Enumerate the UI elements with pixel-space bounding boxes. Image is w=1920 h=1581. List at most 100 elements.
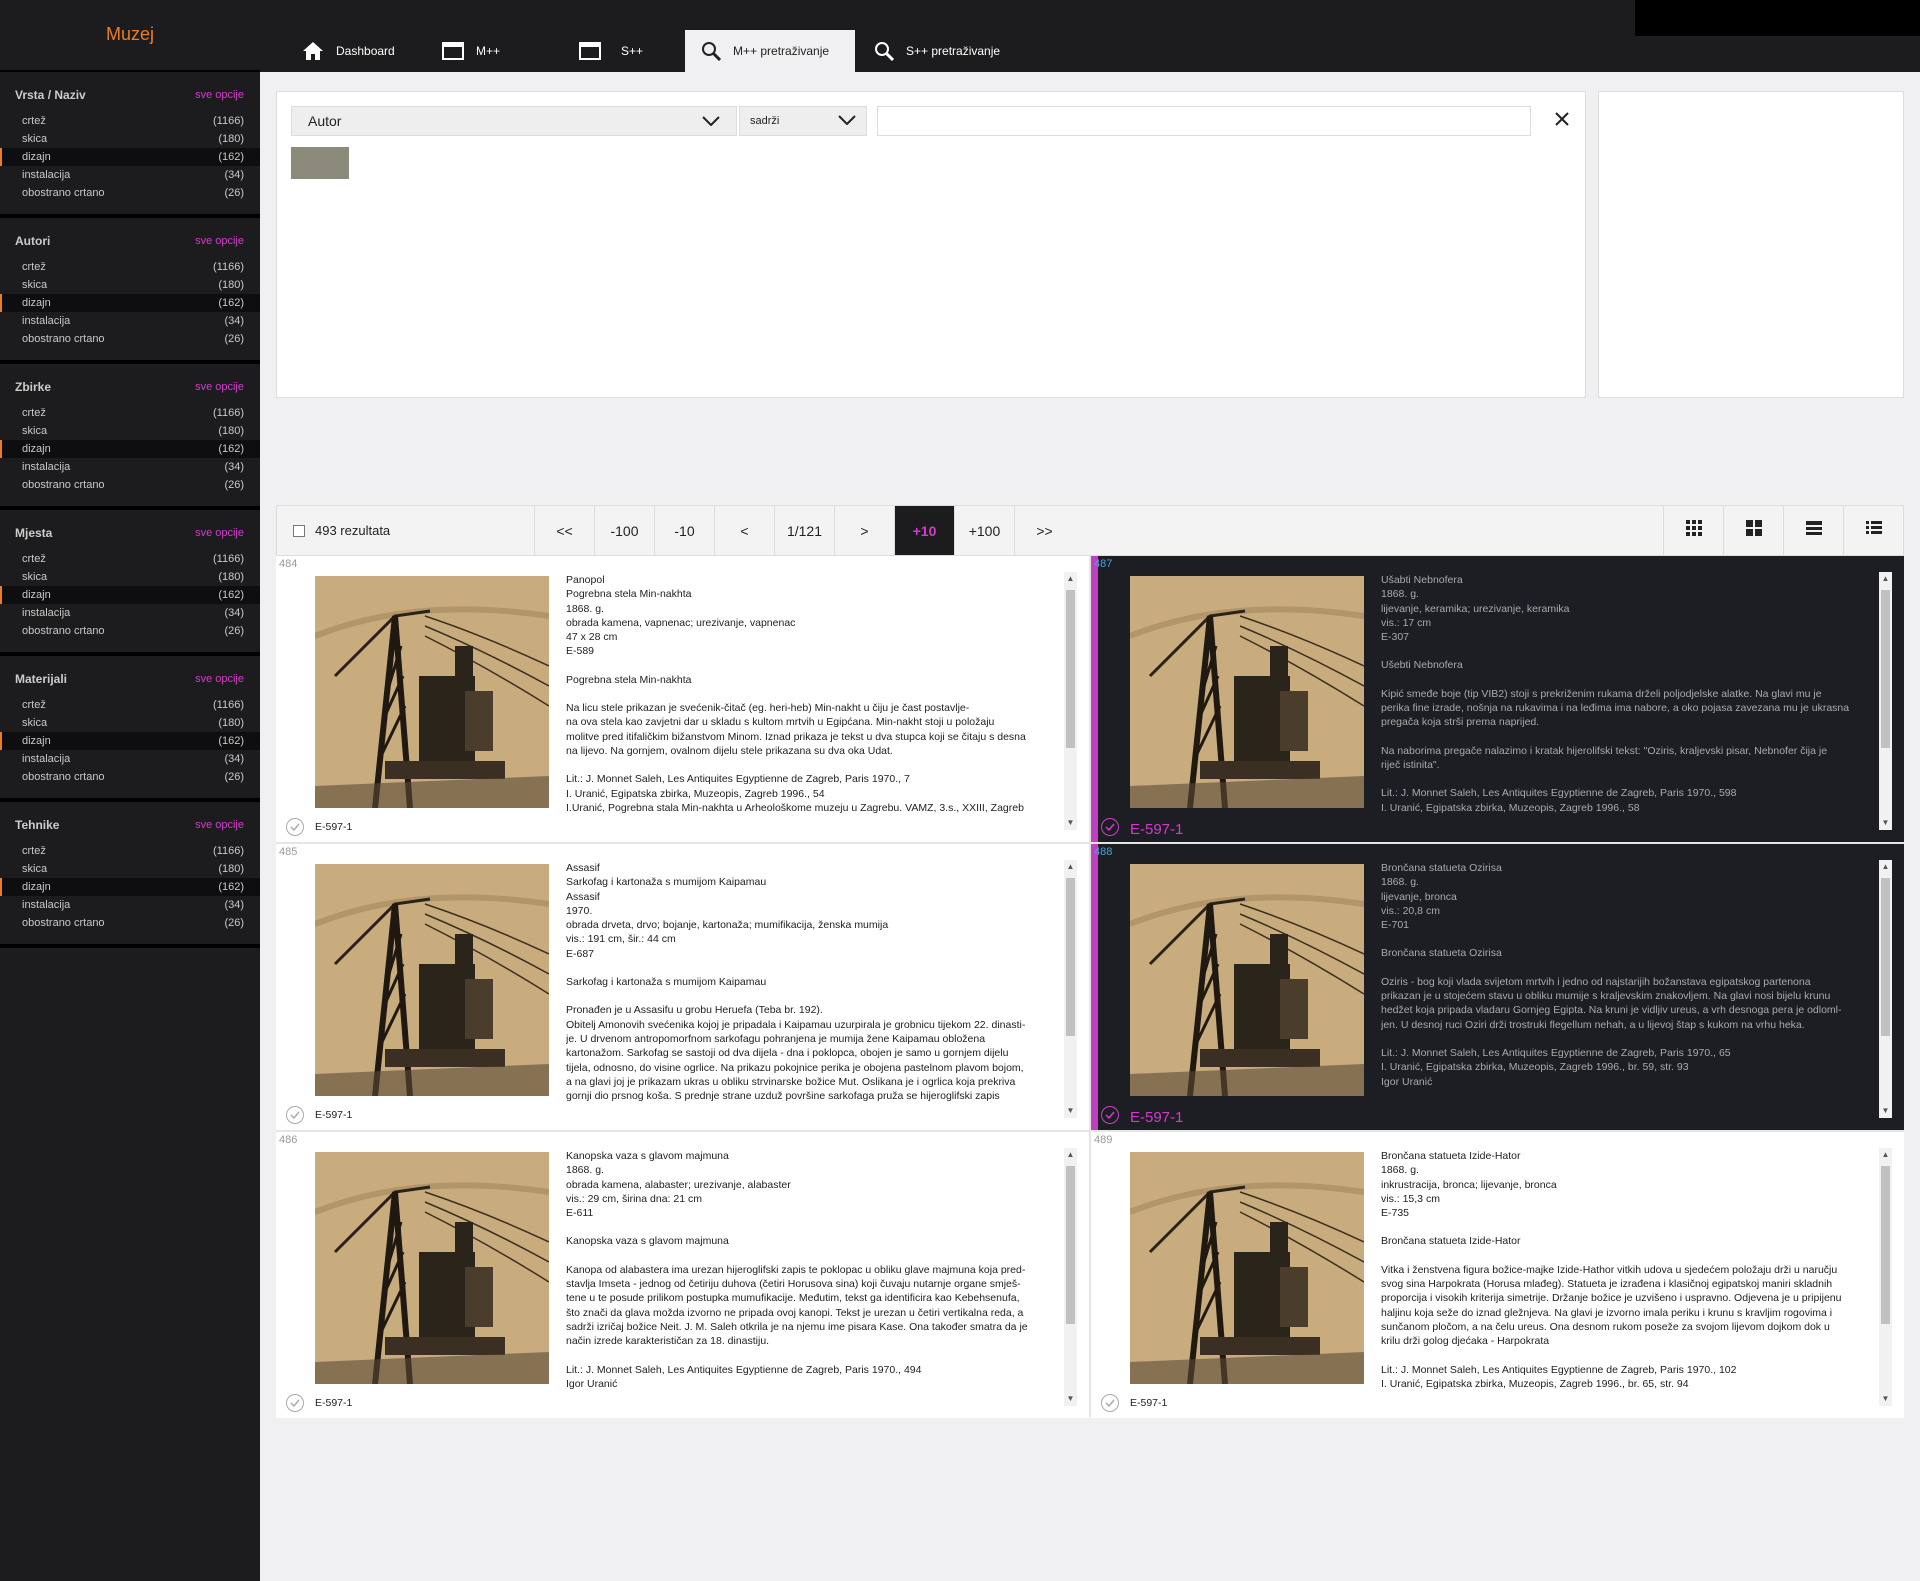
all-options-link[interactable]: sve opcije	[195, 670, 244, 688]
card-scrollbar[interactable]: ▲ ▼	[1879, 860, 1892, 1118]
artwork-thumbnail[interactable]	[315, 864, 549, 1096]
query-value-input[interactable]	[877, 106, 1531, 136]
filter-item[interactable]: instalacija (34)	[0, 312, 260, 330]
tab-m-plus-plus[interactable]: M++	[430, 30, 550, 72]
filter-item[interactable]: crtež (1166)	[0, 112, 260, 130]
card-select-checkbox[interactable]	[286, 818, 304, 836]
scroll-thumb[interactable]	[1881, 878, 1890, 1036]
search-submit-button[interactable]	[291, 147, 349, 179]
scroll-up-icon[interactable]: ▲	[1064, 860, 1077, 874]
scroll-thumb[interactable]	[1881, 1166, 1890, 1324]
scroll-down-icon[interactable]: ▼	[1064, 1104, 1077, 1118]
tab-m-plus-plus-search[interactable]: M++ pretraživanje	[685, 30, 855, 72]
detail-list-view-button[interactable]	[1843, 506, 1903, 555]
card-scrollbar[interactable]: ▲ ▼	[1064, 572, 1077, 830]
filter-item[interactable]: obostrano crtano (26)	[0, 330, 260, 348]
filter-item[interactable]: obostrano crtano (26)	[0, 914, 260, 932]
scroll-up-icon[interactable]: ▲	[1879, 1148, 1892, 1162]
filter-item[interactable]: crtež (1166)	[0, 696, 260, 714]
pagination-button[interactable]: -10	[654, 506, 714, 555]
filter-item[interactable]: skica (180)	[0, 568, 260, 586]
page-indicator[interactable]: 1/121	[774, 506, 834, 555]
all-options-link[interactable]: sve opcije	[195, 524, 244, 542]
pagination-button[interactable]: >	[834, 506, 894, 555]
filter-item[interactable]: skica (180)	[0, 276, 260, 294]
scroll-thumb[interactable]	[1881, 590, 1890, 748]
filter-item[interactable]: crtež (1166)	[0, 258, 260, 276]
grid-small-view-button[interactable]	[1663, 506, 1723, 555]
filter-item[interactable]: instalacija (34)	[0, 750, 260, 768]
tab-dashboard[interactable]: Dashboard	[290, 30, 410, 72]
filter-item[interactable]: dizajn (162)	[0, 586, 260, 604]
pagination-button[interactable]: <	[714, 506, 774, 555]
card-scrollbar[interactable]: ▲ ▼	[1879, 572, 1892, 830]
filter-item[interactable]: crtež (1166)	[0, 842, 260, 860]
scroll-up-icon[interactable]: ▲	[1879, 572, 1892, 586]
all-options-link[interactable]: sve opcije	[195, 816, 244, 834]
result-card[interactable]: 486 E-597-1 Kanopska vaza s glavom majmu…	[276, 1132, 1089, 1418]
pagination-button[interactable]: >>	[1014, 506, 1074, 555]
filter-item[interactable]: dizajn (162)	[0, 440, 260, 458]
filter-item[interactable]: obostrano crtano (26)	[0, 184, 260, 202]
filter-item[interactable]: dizajn (162)	[0, 294, 260, 312]
filter-item[interactable]: obostrano crtano (26)	[0, 476, 260, 494]
scroll-thumb[interactable]	[1066, 1166, 1075, 1324]
card-scrollbar[interactable]: ▲ ▼	[1879, 1148, 1892, 1406]
scroll-down-icon[interactable]: ▼	[1064, 816, 1077, 830]
result-card[interactable]: 485 E-597-1 Assasif Sarkofag i kartonaža …	[276, 844, 1089, 1130]
scroll-down-icon[interactable]: ▼	[1879, 816, 1892, 830]
filter-item[interactable]: skica (180)	[0, 422, 260, 440]
filter-item[interactable]: instalacija (34)	[0, 166, 260, 184]
scroll-thumb[interactable]	[1066, 590, 1075, 748]
list-view-button[interactable]	[1783, 506, 1843, 555]
select-all-checkbox[interactable]	[293, 524, 305, 537]
result-card[interactable]: 487 E-597-1 Ušabti Nebnofera 1868. g. lije…	[1091, 556, 1904, 842]
filter-item[interactable]: skica (180)	[0, 714, 260, 732]
pagination-button[interactable]: -100	[594, 506, 654, 555]
artwork-thumbnail[interactable]	[1130, 864, 1364, 1096]
scroll-thumb[interactable]	[1066, 878, 1075, 1036]
scroll-down-icon[interactable]: ▼	[1879, 1104, 1892, 1118]
filter-item[interactable]: skica (180)	[0, 130, 260, 148]
grid-large-view-button[interactable]	[1723, 506, 1783, 555]
field-select[interactable]: Autor	[291, 106, 737, 136]
scroll-up-icon[interactable]: ▲	[1879, 860, 1892, 874]
scroll-up-icon[interactable]: ▲	[1064, 1148, 1077, 1162]
artwork-thumbnail[interactable]	[1130, 576, 1364, 808]
card-select-checkbox[interactable]	[1101, 1106, 1119, 1124]
filter-item[interactable]: instalacija (34)	[0, 896, 260, 914]
filter-item[interactable]: crtež (1166)	[0, 550, 260, 568]
all-options-link[interactable]: sve opcije	[195, 232, 244, 250]
result-card[interactable]: 488 E-597-1 Brončana statueta Ozirisa 186…	[1091, 844, 1904, 1130]
tab-s-plus-plus-search[interactable]: S++ pretraživanje	[860, 30, 1030, 72]
artwork-thumbnail[interactable]	[315, 1152, 549, 1384]
pagination-button[interactable]: +10	[894, 506, 954, 555]
filter-item[interactable]: skica (180)	[0, 860, 260, 878]
result-card[interactable]: 489 E-597-1 Brončana statueta Izide-Hato…	[1091, 1132, 1904, 1418]
artwork-thumbnail[interactable]	[1130, 1152, 1364, 1384]
filter-item[interactable]: instalacija (34)	[0, 604, 260, 622]
filter-item[interactable]: instalacija (34)	[0, 458, 260, 476]
card-select-checkbox[interactable]	[1101, 1394, 1119, 1412]
card-select-checkbox[interactable]	[1101, 818, 1119, 836]
filter-item[interactable]: dizajn (162)	[0, 148, 260, 166]
filter-item[interactable]: obostrano crtano (26)	[0, 768, 260, 786]
tab-s-plus-plus[interactable]: S++	[567, 30, 687, 72]
filter-item[interactable]: crtež (1166)	[0, 404, 260, 422]
clear-query-button[interactable]	[1547, 106, 1577, 136]
all-options-link[interactable]: sve opcije	[195, 378, 244, 396]
scroll-down-icon[interactable]: ▼	[1064, 1392, 1077, 1406]
pagination-button[interactable]: <<	[534, 506, 594, 555]
artwork-thumbnail[interactable]	[315, 576, 549, 808]
result-card[interactable]: 484 E-597-1 Panopol Pogrebna stela Min-na…	[276, 556, 1089, 842]
scroll-up-icon[interactable]: ▲	[1064, 572, 1077, 586]
pagination-button[interactable]: +100	[954, 506, 1014, 555]
scroll-down-icon[interactable]: ▼	[1879, 1392, 1892, 1406]
filter-item[interactable]: obostrano crtano (26)	[0, 622, 260, 640]
filter-item[interactable]: dizajn (162)	[0, 732, 260, 750]
card-scrollbar[interactable]: ▲ ▼	[1064, 1148, 1077, 1406]
card-select-checkbox[interactable]	[286, 1394, 304, 1412]
card-select-checkbox[interactable]	[286, 1106, 304, 1124]
card-scrollbar[interactable]: ▲ ▼	[1064, 860, 1077, 1118]
app-logo[interactable]: Muzej	[0, 0, 260, 72]
